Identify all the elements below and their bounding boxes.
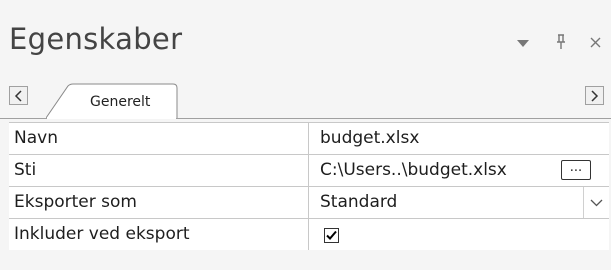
property-row-inkluder: Inkluder ved eksport bbox=[9, 219, 609, 250]
arrow-right-icon bbox=[591, 90, 599, 102]
property-value-navn[interactable]: budget.xlsx bbox=[309, 123, 609, 154]
tab-scroll-left-button[interactable] bbox=[9, 86, 28, 105]
property-grid: Navn budget.xlsx Sti C:\Users..\budget.x… bbox=[9, 122, 609, 250]
property-name: Navn bbox=[9, 123, 309, 154]
checkmark-icon bbox=[326, 230, 337, 240]
property-row-sti: Sti C:\Users..\budget.xlsx ... bbox=[9, 155, 609, 187]
property-value-sti[interactable]: C:\Users..\budget.xlsx ... bbox=[309, 155, 609, 186]
close-icon[interactable] bbox=[590, 34, 601, 52]
export-format-select[interactable]: Standard bbox=[309, 187, 609, 218]
select-value: Standard bbox=[320, 192, 398, 212]
property-name: Inkluder ved eksport bbox=[9, 219, 309, 250]
chevron-down-icon bbox=[590, 199, 603, 207]
dropdown-button[interactable] bbox=[583, 187, 609, 218]
panel-title: Egenskaber bbox=[9, 22, 183, 56]
include-export-checkbox[interactable] bbox=[324, 228, 339, 243]
property-row-eksporter-som: Eksporter som Standard bbox=[9, 187, 609, 219]
browse-button[interactable]: ... bbox=[561, 160, 591, 180]
tab-label: Generelt bbox=[90, 94, 151, 110]
arrow-left-icon bbox=[14, 90, 22, 102]
property-name: Eksporter som bbox=[9, 187, 309, 218]
pin-icon[interactable] bbox=[555, 34, 567, 53]
property-row-navn: Navn budget.xlsx bbox=[9, 123, 609, 155]
dropdown-icon[interactable] bbox=[517, 38, 529, 51]
property-value-inkluder bbox=[309, 219, 609, 250]
property-name: Sti bbox=[9, 155, 309, 186]
tab-scroll-right-button[interactable] bbox=[585, 86, 604, 105]
tab-generelt[interactable]: Generelt bbox=[46, 83, 178, 119]
path-text: C:\Users..\budget.xlsx bbox=[320, 160, 507, 180]
